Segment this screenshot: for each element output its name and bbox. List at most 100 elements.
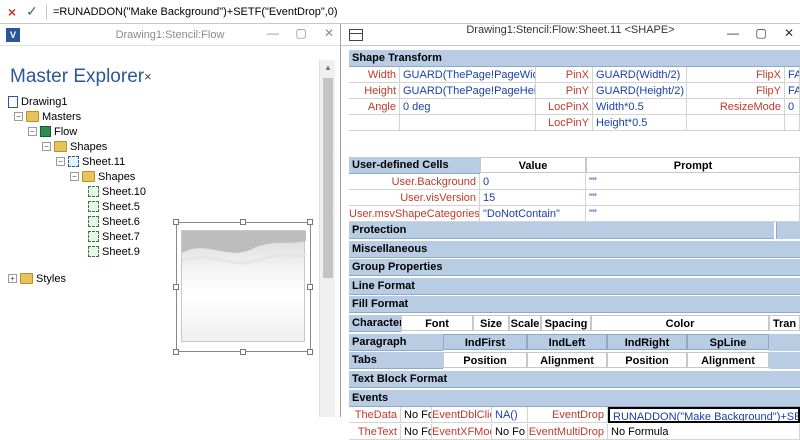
close-icon[interactable]: ✕: [782, 26, 796, 40]
resize-handle[interactable]: [307, 284, 313, 290]
cell-value[interactable]: 0 deg: [400, 99, 536, 115]
section-header[interactable]: Miscellaneous: [349, 240, 800, 258]
tree-item-label: Sheet.9: [102, 245, 140, 258]
cell-label: User.visVersion: [349, 190, 480, 206]
collapse-icon[interactable]: −: [28, 127, 37, 136]
collapse-icon[interactable]: −: [70, 172, 79, 181]
column-header: Position: [607, 352, 687, 368]
tree-item[interactable]: Drawing1: [8, 94, 67, 109]
cell-value[interactable]: [400, 115, 536, 131]
section-header-paragraph[interactable]: Paragraph: [349, 334, 443, 351]
tree-item[interactable]: Sheet.5: [88, 199, 140, 214]
cell-label: PinY: [536, 83, 593, 99]
tree-item[interactable]: − Shapes: [42, 139, 107, 154]
section-header[interactable]: Fill Format: [349, 296, 800, 313]
tree-item-label: Sheet.7: [102, 230, 140, 243]
resize-handle[interactable]: [307, 219, 313, 225]
cell-value[interactable]: FALS: [785, 67, 800, 83]
resize-handle[interactable]: [307, 349, 313, 355]
cell-value[interactable]: RUNADDON("Make Background")+SETF("E: [608, 407, 800, 423]
cell-value[interactable]: "": [586, 174, 800, 190]
section-header[interactable]: Group Properties: [349, 259, 800, 276]
tree-item[interactable]: Sheet.6: [88, 214, 140, 229]
tree-item[interactable]: + Styles: [8, 271, 66, 286]
vertical-scrollbar[interactable]: ▲: [319, 60, 335, 417]
collapse-icon[interactable]: −: [42, 142, 51, 151]
tree-item[interactable]: − Masters: [14, 109, 81, 124]
cell-label: LocPinX: [536, 99, 593, 115]
panel-close-icon[interactable]: ×: [144, 69, 152, 84]
collapse-icon[interactable]: −: [56, 157, 65, 166]
tree-item-label: Sheet.11: [82, 155, 126, 168]
section-header[interactable]: Line Format: [349, 277, 800, 295]
cell-value[interactable]: GUARD(Width/2): [593, 67, 687, 83]
resize-handle[interactable]: [173, 219, 179, 225]
cell-value[interactable]: "": [586, 190, 800, 206]
cell-value[interactable]: 0: [480, 174, 586, 190]
section-header-shape-transform[interactable]: Shape Transform: [349, 50, 800, 67]
cell-value[interactable]: 0: [785, 99, 800, 115]
cell-value[interactable]: [785, 115, 800, 131]
section-header-user-defined[interactable]: User-defined Cells: [349, 157, 480, 174]
tree-item[interactable]: − Flow: [28, 124, 77, 139]
resize-handle[interactable]: [240, 349, 246, 355]
cell-value[interactable]: FALS: [785, 83, 800, 99]
tree-item[interactable]: − Sheet.11: [56, 154, 125, 169]
tree-item-label: Drawing1: [21, 95, 68, 108]
tree-item[interactable]: Sheet.7: [88, 229, 140, 244]
cell-value[interactable]: Width*0.5: [593, 99, 687, 115]
sheet-icon: [88, 216, 99, 227]
cell-value[interactable]: GUARD(Height/2): [593, 83, 687, 99]
resize-handle[interactable]: [240, 219, 246, 225]
section-header-character[interactable]: Character: [349, 315, 403, 332]
cell-value[interactable]: No Fo: [401, 407, 432, 423]
cell-label: FlipY: [687, 83, 785, 99]
sheet-icon: [88, 201, 99, 212]
cell-value[interactable]: No Formula: [608, 424, 800, 440]
tree-item[interactable]: − Shapes: [70, 169, 135, 184]
column-header-value: Value: [480, 157, 586, 173]
cell-value[interactable]: NA(): [492, 407, 528, 423]
collapse-icon[interactable]: −: [14, 112, 23, 121]
column-header: Scale: [509, 315, 541, 331]
cell-value[interactable]: 15: [480, 190, 586, 206]
resize-handle[interactable]: [173, 349, 179, 355]
expand-icon[interactable]: +: [8, 274, 17, 283]
confirm-icon[interactable]: ✓: [24, 3, 40, 20]
master-preview[interactable]: [173, 219, 313, 355]
column-header: Font: [401, 315, 473, 331]
cancel-icon[interactable]: ×: [4, 4, 20, 20]
minimize-icon[interactable]: —: [726, 26, 740, 40]
column-header: IndLeft: [527, 334, 607, 350]
cell-label: [687, 115, 785, 131]
column-header: IndRight: [607, 334, 687, 350]
cell-value[interactable]: GUARD(ThePage!PageHeight): [400, 83, 536, 99]
cell-value[interactable]: Height*0.5: [593, 115, 687, 131]
formula-input[interactable]: =RUNADDON("Make Background")+SETF("Event…: [53, 6, 338, 18]
cell-value[interactable]: No Fo: [401, 424, 432, 440]
cell-label: LocPinY: [536, 115, 593, 131]
cell-value[interactable]: No Fo: [492, 424, 528, 440]
cell-label: EventDrop: [528, 407, 608, 423]
cell-value[interactable]: "DoNotContain": [480, 206, 586, 222]
scroll-up-icon[interactable]: ▲: [320, 60, 336, 76]
section-bar: [769, 334, 800, 351]
cell-value[interactable]: "": [586, 206, 800, 222]
section-header-tabs[interactable]: Tabs: [349, 352, 443, 369]
tree-item-label: Shapes: [70, 140, 108, 153]
cell-label: TheData: [349, 407, 401, 423]
restore-icon[interactable]: ▢: [294, 26, 308, 40]
section-header-events[interactable]: Events: [349, 390, 800, 407]
scroll-thumb[interactable]: [323, 78, 333, 278]
resize-handle[interactable]: [173, 284, 179, 290]
tree-item[interactable]: Sheet.10: [88, 184, 146, 199]
column-header: Color: [591, 315, 769, 331]
cell-value[interactable]: GUARD(ThePage!PageWidth): [400, 67, 536, 83]
minimize-icon[interactable]: —: [266, 26, 280, 40]
folder-icon: [20, 273, 33, 284]
close-icon[interactable]: ✕: [322, 26, 336, 40]
section-header-text-block[interactable]: Text Block Format: [349, 371, 800, 388]
section-header[interactable]: Protection: [349, 222, 774, 239]
restore-icon[interactable]: ▢: [754, 26, 768, 40]
tree-item[interactable]: Sheet.9: [88, 244, 140, 259]
